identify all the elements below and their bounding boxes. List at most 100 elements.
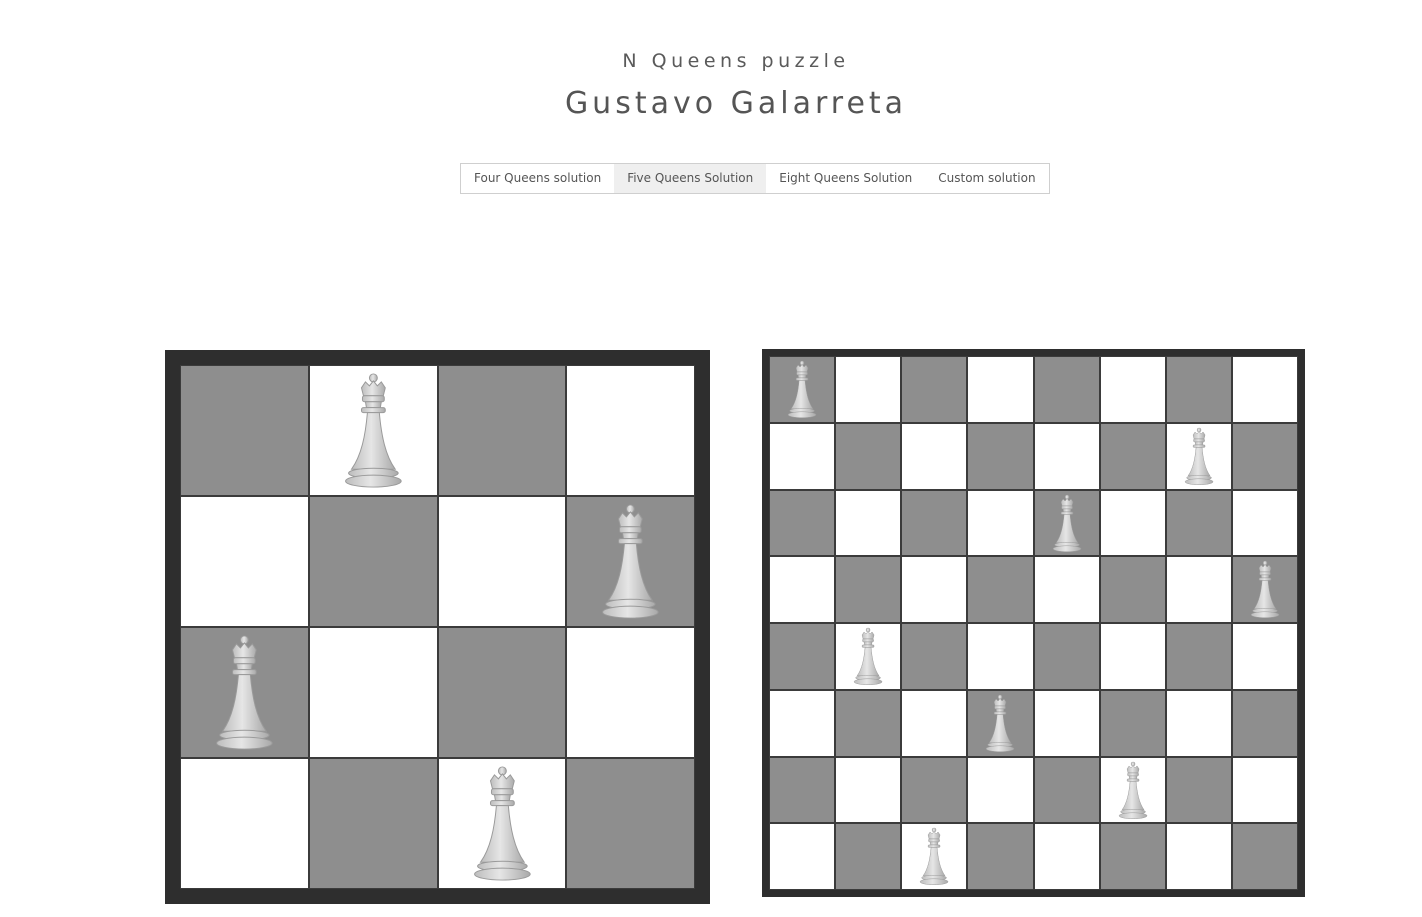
white-queen-icon — [181, 628, 308, 757]
board-square[interactable] — [437, 758, 567, 889]
board-square[interactable] — [180, 758, 309, 889]
board-square[interactable] — [1099, 422, 1166, 490]
board-square[interactable] — [308, 758, 438, 889]
board-square[interactable] — [1099, 356, 1166, 423]
board-square[interactable] — [1033, 422, 1100, 490]
board-square[interactable] — [901, 422, 968, 490]
board-square[interactable] — [967, 623, 1034, 690]
board-square[interactable] — [1165, 689, 1232, 757]
board-square[interactable] — [308, 496, 438, 627]
board-square[interactable] — [1231, 823, 1298, 890]
board-square[interactable] — [1099, 623, 1166, 690]
board-square[interactable] — [1033, 823, 1100, 890]
board-square[interactable] — [180, 365, 309, 496]
board-square[interactable] — [1165, 756, 1232, 824]
board-square[interactable] — [769, 689, 836, 757]
board-square[interactable] — [835, 756, 902, 824]
white-queen-icon — [439, 759, 566, 888]
board-square[interactable] — [1165, 823, 1232, 890]
board-square[interactable] — [769, 422, 836, 490]
board-square[interactable] — [1231, 422, 1298, 490]
board-square[interactable] — [1099, 556, 1166, 623]
board-square[interactable] — [769, 489, 836, 557]
board-square[interactable] — [835, 356, 902, 423]
tab-eight-queens[interactable]: Eight Queens Solution — [766, 164, 925, 193]
tab-five-queens[interactable]: Five Queens Solution — [614, 164, 767, 193]
board-square[interactable] — [437, 365, 567, 496]
board-square[interactable] — [901, 756, 968, 824]
board-square[interactable] — [566, 496, 695, 627]
board-square[interactable] — [1231, 756, 1298, 824]
board-square[interactable] — [835, 556, 902, 623]
board-square[interactable] — [967, 823, 1034, 890]
board-square[interactable] — [967, 689, 1034, 757]
board-square[interactable] — [769, 823, 836, 890]
board-square[interactable] — [566, 365, 695, 496]
board-square[interactable] — [1165, 489, 1232, 557]
board-square[interactable] — [1033, 689, 1100, 757]
board-square[interactable] — [1165, 422, 1232, 490]
board-square[interactable] — [901, 489, 968, 557]
board-square[interactable] — [769, 756, 836, 824]
white-queen-icon — [1101, 758, 1165, 823]
board-square[interactable] — [308, 365, 438, 496]
board-square[interactable] — [967, 756, 1034, 824]
board-square[interactable] — [967, 356, 1034, 423]
page-title: Gustavo Galarreta — [564, 86, 908, 121]
tab-four-queens[interactable]: Four Queens solution — [461, 164, 614, 193]
white-queen-icon — [1167, 424, 1231, 489]
board-square[interactable] — [835, 489, 902, 557]
white-queen-icon — [1233, 557, 1297, 622]
tab-custom[interactable]: Custom solution — [925, 164, 1048, 193]
board-square[interactable] — [769, 623, 836, 690]
four-queens-board — [165, 350, 710, 904]
board-square[interactable] — [180, 496, 309, 627]
board-square[interactable] — [566, 627, 695, 758]
white-queen-icon — [836, 624, 900, 689]
board-square[interactable] — [566, 758, 695, 889]
white-queen-icon — [902, 824, 966, 889]
board-square[interactable] — [835, 689, 902, 757]
board-square[interactable] — [835, 623, 902, 690]
board-square[interactable] — [1033, 556, 1100, 623]
board-square[interactable] — [1099, 823, 1166, 890]
white-queen-icon — [310, 366, 437, 495]
board-square[interactable] — [769, 356, 836, 423]
board-square[interactable] — [1165, 623, 1232, 690]
board-square[interactable] — [1033, 623, 1100, 690]
board-square[interactable] — [1033, 356, 1100, 423]
board-square[interactable] — [1165, 556, 1232, 623]
white-queen-icon — [770, 357, 834, 422]
board-square[interactable] — [835, 422, 902, 490]
board-square[interactable] — [967, 489, 1034, 557]
white-queen-icon — [1035, 491, 1099, 556]
board-square[interactable] — [437, 627, 567, 758]
eight-queens-board — [762, 349, 1305, 897]
board-square[interactable] — [1231, 689, 1298, 757]
board-square[interactable] — [835, 823, 902, 890]
solution-tabs: Four Queens solution Five Queens Solutio… — [460, 163, 1050, 194]
board-square[interactable] — [901, 623, 968, 690]
board-square[interactable] — [1165, 356, 1232, 423]
board-square[interactable] — [1033, 756, 1100, 824]
board-square[interactable] — [1033, 489, 1100, 557]
board-square[interactable] — [901, 556, 968, 623]
board-square[interactable] — [437, 496, 567, 627]
board-square[interactable] — [901, 823, 968, 890]
board-square[interactable] — [1231, 623, 1298, 690]
board-square[interactable] — [967, 556, 1034, 623]
board-square[interactable] — [308, 627, 438, 758]
board-square[interactable] — [1231, 489, 1298, 557]
board-square[interactable] — [1099, 689, 1166, 757]
board-square[interactable] — [1099, 756, 1166, 824]
board-square[interactable] — [769, 556, 836, 623]
board-square[interactable] — [901, 356, 968, 423]
board-square[interactable] — [967, 422, 1034, 490]
board-square[interactable] — [901, 689, 968, 757]
board-square[interactable] — [180, 627, 309, 758]
board-square[interactable] — [1231, 556, 1298, 623]
white-queen-icon — [968, 691, 1032, 756]
page-subtitle: N Queens puzzle — [622, 50, 850, 72]
board-square[interactable] — [1231, 356, 1298, 423]
board-square[interactable] — [1099, 489, 1166, 557]
